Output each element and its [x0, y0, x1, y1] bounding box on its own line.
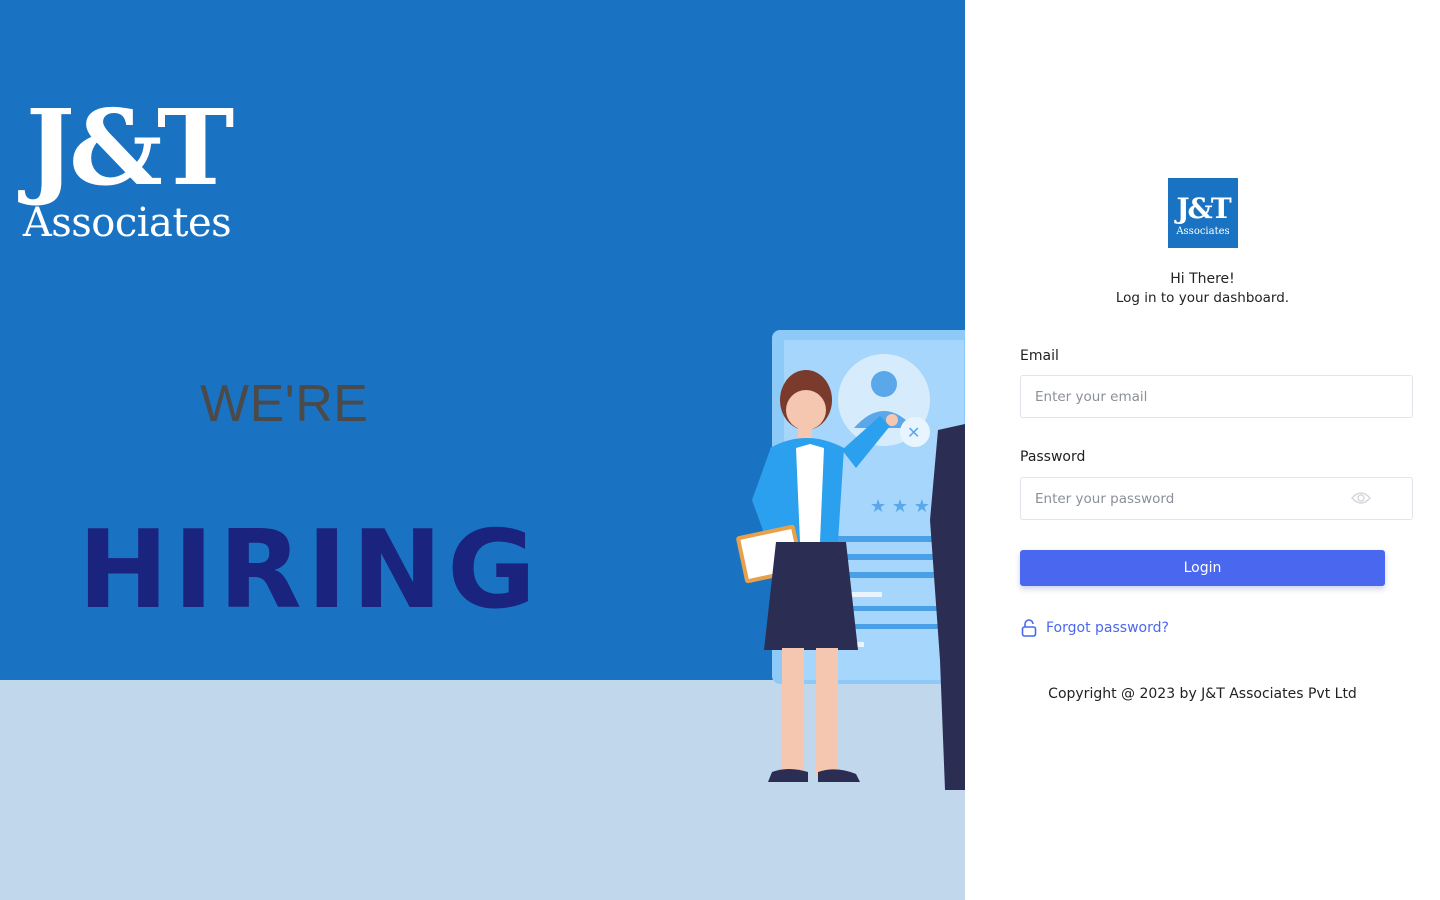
copyright-text: Copyright @ 2023 by J&T Associates Pvt L… — [1048, 686, 1357, 702]
hiring-illustration: ✕ ★ ★ ★ — [736, 330, 965, 790]
lock-icon — [1021, 619, 1037, 637]
login-greeting: Hi There! Log in to your dashboard. — [965, 270, 1440, 308]
brand-logo: J&T Associates — [12, 96, 242, 252]
login-page: J&T Associates WE'RE HIRING ✕ ★ ★ ★ J&T … — [0, 0, 1440, 900]
greeting-title: Hi There! — [1170, 271, 1235, 287]
login-logo: J&T Associates — [1168, 178, 1238, 248]
eye-icon[interactable] — [1351, 489, 1371, 507]
brand-logo-word: Associates — [22, 200, 232, 246]
greeting-subtitle: Log in to your dashboard. — [1115, 290, 1290, 306]
login-panel: J&T Associates Hi There! Log in to your … — [965, 0, 1440, 900]
svg-text:★ ★ ★: ★ ★ ★ — [870, 496, 930, 517]
brand-logo-mark: J&T — [25, 86, 235, 209]
email-field[interactable] — [1020, 375, 1413, 418]
login-logo-word: Associates — [1176, 226, 1230, 237]
login-logo-mark: J&T — [1176, 192, 1231, 225]
hero-banner: J&T Associates WE'RE HIRING ✕ ★ ★ ★ — [0, 0, 965, 900]
forgot-password-link[interactable]: Forgot password? — [1020, 618, 1169, 638]
forgot-password-label: Forgot password? — [1046, 620, 1169, 636]
email-label: Email — [1020, 348, 1059, 364]
hero-headline-were: WE'RE — [200, 375, 369, 433]
password-label: Password — [1020, 449, 1086, 465]
hero-headline-hiring: HIRING — [78, 508, 541, 633]
svg-text:✕: ✕ — [907, 423, 920, 442]
login-button[interactable]: Login — [1020, 550, 1385, 586]
